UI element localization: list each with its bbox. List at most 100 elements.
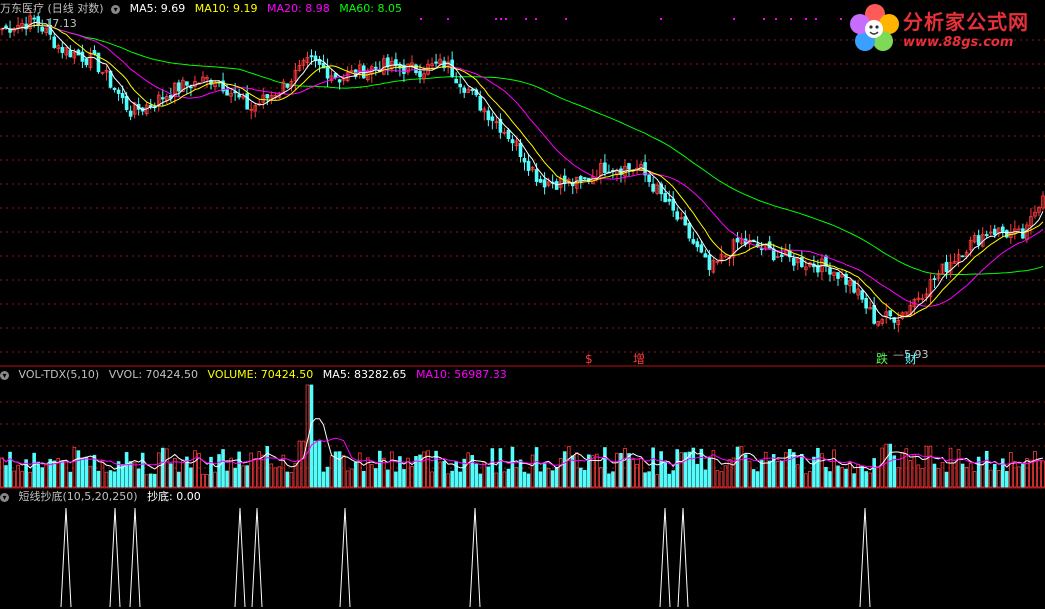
- volume-bar: [800, 453, 804, 488]
- volume-bar: [68, 471, 73, 488]
- volume-bar: [912, 454, 917, 488]
- chevron-down-icon[interactable]: ▾: [0, 370, 9, 380]
- volume-bar: [233, 467, 237, 488]
- ma5-label: MA5: 9.69: [129, 2, 186, 15]
- volume-bar: [663, 460, 667, 488]
- volume-bar: [152, 473, 157, 488]
- indicator-spike: [251, 507, 263, 608]
- volume-bar: [619, 453, 623, 488]
- candle-body: [647, 174, 651, 182]
- candle-body: [542, 179, 547, 188]
- volume-bar: [217, 454, 221, 488]
- volume-bar: [808, 470, 812, 488]
- signal-dot: [840, 18, 842, 20]
- volume-bar: [0, 457, 4, 488]
- vol-ma10-label: MA10: 56987.33: [416, 368, 507, 381]
- volume-bar: [546, 467, 551, 488]
- candle-body: [872, 304, 876, 324]
- candle-body: [703, 253, 708, 258]
- signal-dot: [500, 18, 502, 20]
- volume-bar: [510, 446, 515, 488]
- volume-bar: [868, 472, 872, 488]
- volume-bar: [193, 450, 197, 488]
- candle-body: [518, 142, 523, 157]
- volume-bar: [972, 471, 977, 488]
- volume-bar: [719, 471, 724, 488]
- volume-bar: [128, 461, 133, 488]
- volume-bar: [578, 467, 583, 488]
- volume-bar: [506, 468, 511, 488]
- volume-bar: [277, 466, 282, 488]
- candle-body: [478, 95, 483, 111]
- vol-title: VOL-TDX(5,10): [18, 368, 100, 381]
- candle-body: [534, 169, 539, 182]
- volume-bar: [848, 462, 852, 488]
- indicator-spike: [469, 507, 481, 608]
- volume-bar: [1017, 466, 1021, 488]
- candle-body: [663, 193, 667, 203]
- volume-bar: [32, 452, 36, 488]
- volume-bar: [221, 449, 225, 488]
- flower-icon: [850, 4, 899, 51]
- candle-body: [373, 66, 378, 69]
- volume-bar: [679, 452, 684, 488]
- volume-bar: [498, 448, 503, 488]
- volume-bar: [341, 455, 346, 488]
- volume-bar: [112, 471, 117, 488]
- volume-bar: [241, 465, 245, 488]
- volume-bar: [225, 470, 229, 488]
- volume-bar: [378, 450, 382, 488]
- volume-bar: [494, 472, 499, 488]
- ma60-line: [1, 24, 1044, 276]
- volume-bar: [892, 455, 897, 488]
- volume-panel-header: ▾ VOL-TDX(5,10) VVOL: 70424.50 VOLUME: 7…: [0, 368, 513, 382]
- volume-bar: [373, 468, 378, 488]
- chevron-down-icon[interactable]: ▾: [111, 4, 121, 14]
- volume-bar: [160, 447, 165, 488]
- watermark-logo: 分析家公式网 www.88gs.com: [845, 2, 1043, 56]
- volume-bar: [526, 473, 531, 488]
- volume-bar: [908, 460, 913, 488]
- volume-bar: [631, 459, 635, 488]
- volume-bar: [884, 443, 889, 488]
- volume-bar: [964, 466, 969, 488]
- volume-bar: [249, 452, 254, 488]
- volume-bar: [100, 460, 105, 488]
- volume-bar: [611, 471, 615, 488]
- volume-bar: [1041, 460, 1045, 488]
- stock-title: 万东医疗 (日线 对数): [0, 2, 104, 15]
- volume-bar: [627, 453, 631, 488]
- volume-bar: [257, 451, 262, 488]
- volume-bar: [538, 471, 543, 488]
- candle-body: [490, 116, 495, 121]
- volume-bar: [751, 469, 756, 488]
- ma60-label: MA60: 8.05: [339, 2, 402, 15]
- volume-bar: [124, 452, 129, 488]
- volume-bar: [301, 440, 306, 488]
- candle-body: [265, 94, 270, 99]
- indicator-spike: [109, 507, 121, 608]
- candle-body: [582, 177, 587, 180]
- signal-dot: [805, 18, 807, 20]
- signal-dot: [790, 18, 792, 20]
- candle-body: [691, 239, 696, 244]
- volume-bar: [60, 460, 65, 488]
- volume-bar: [20, 470, 24, 488]
- candle-body: [864, 297, 868, 309]
- candle-body: [434, 61, 438, 64]
- candle-body: [361, 65, 366, 79]
- volume-bar: [558, 458, 563, 488]
- indicator-value: 抄底: 0.00: [147, 490, 201, 503]
- volume-bar: [566, 446, 571, 488]
- volume-bar: [402, 469, 406, 488]
- candle-body: [984, 234, 989, 237]
- volume-bar: [603, 447, 607, 488]
- indicator-spike: [859, 507, 871, 608]
- volume-bar: [787, 449, 792, 488]
- candle-body: [1000, 226, 1005, 233]
- volume-bar: [12, 470, 16, 488]
- volume-bar: [956, 449, 961, 488]
- volume-bar: [309, 384, 314, 488]
- chevron-down-icon[interactable]: ▾: [0, 492, 9, 502]
- volume-bar: [595, 453, 599, 488]
